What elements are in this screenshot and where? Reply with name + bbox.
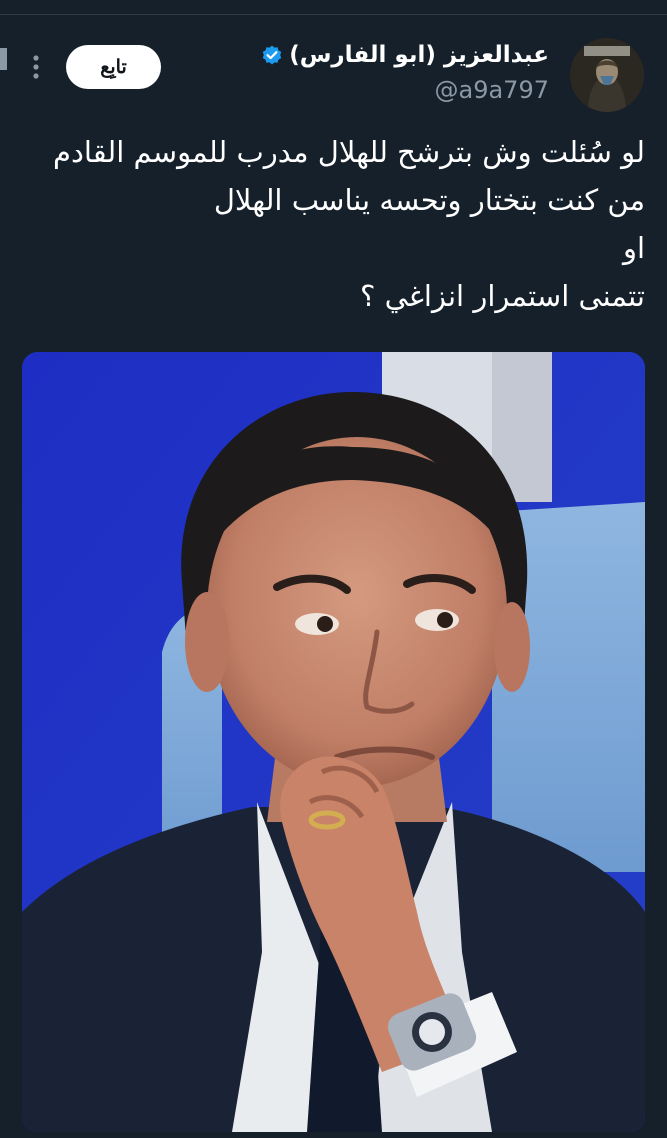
- follow-button[interactable]: تابِع: [66, 45, 161, 89]
- tweet-view: عبدالعزيز (ابو الفارس) @a9a797 تابِع لو …: [0, 0, 667, 1138]
- verified-badge-icon: [261, 44, 283, 66]
- divider: [0, 14, 667, 15]
- tweet-text-line: تتمنى استمرار انزاغي ؟: [359, 279, 645, 313]
- tweet-photo-image: [22, 352, 645, 1132]
- author-handle[interactable]: @a9a797: [435, 76, 550, 104]
- avatar-image: [570, 38, 644, 112]
- author-name-row[interactable]: عبدالعزيز (ابو الفارس): [261, 42, 549, 68]
- avatar[interactable]: [570, 38, 644, 112]
- tweet-text-line: من كنت بتختار وتحسه يناسب الهلال: [213, 183, 645, 217]
- scroll-edge-indicator: [0, 48, 7, 70]
- tweet-text: لو سُئلت وش بترشح للهلال مدرب للموسم الق…: [25, 128, 645, 320]
- more-vertical-icon[interactable]: [28, 52, 44, 82]
- tweet-text-line: لو سُئلت وش بترشح للهلال مدرب للموسم الق…: [52, 135, 645, 169]
- tweet-photo[interactable]: [22, 352, 645, 1132]
- tweet-text-line: او: [622, 231, 645, 265]
- author-display-name[interactable]: عبدالعزيز (ابو الفارس): [289, 42, 549, 68]
